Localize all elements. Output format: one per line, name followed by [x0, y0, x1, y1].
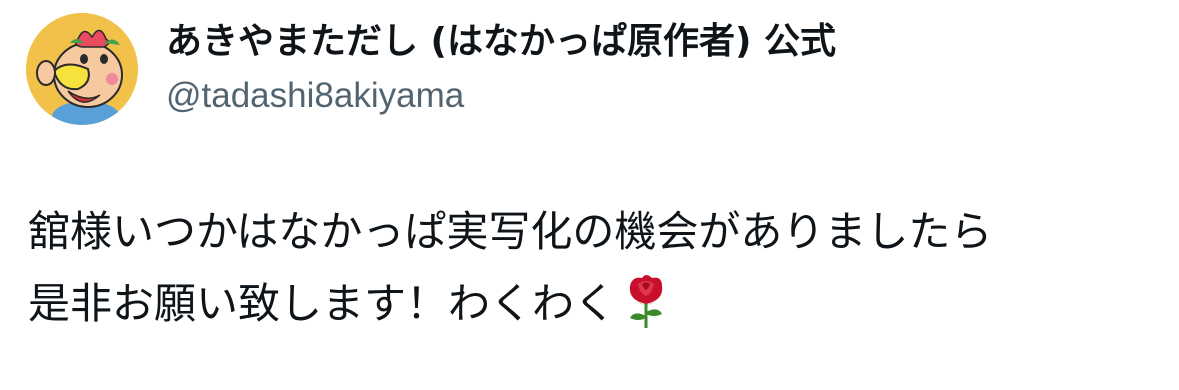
tweet-text-line-2: 是非お願い致します！わくわく [28, 268, 1158, 340]
tweet-text-line-2-text: 是非お願い致します！わくわく [28, 279, 617, 328]
author-display-name[interactable]: あきやまただし (はなかっぱ原作者) 公式 [166, 20, 836, 64]
avatar[interactable] [26, 13, 138, 125]
author-handle[interactable]: @tadashi8akiyama [166, 74, 464, 118]
rose-emoji-icon [622, 272, 670, 330]
tweet-card: あきやまただし (はなかっぱ原作者) 公式 @tadashi8akiyama 舘… [0, 0, 1179, 390]
tweet-text-line-1: 舘様いつかはなかっぱ実写化の機会がありましたら [28, 207, 993, 256]
hanakappa-avatar-icon [26, 13, 138, 125]
tweet-text: 舘様いつかはなかっぱ実写化の機会がありましたら 是非お願い致します！わくわく [28, 196, 1158, 340]
